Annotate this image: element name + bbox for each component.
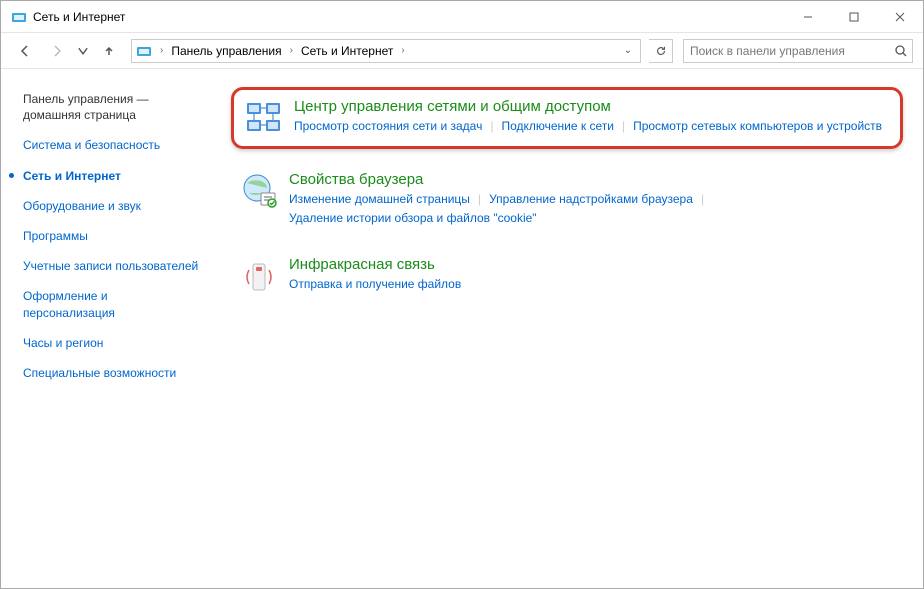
maximize-button[interactable] (831, 1, 877, 33)
sidebar-item-hardware-sound[interactable]: Оборудование и звук (23, 198, 199, 214)
category-links: Просмотр состояния сети и задач | Подклю… (294, 117, 890, 136)
minimize-button[interactable] (785, 1, 831, 33)
category-links: Изменение домашней страницы | Управление… (289, 190, 895, 228)
category-internet-options: Свойства браузера Изменение домашней стр… (231, 165, 903, 234)
sidebar-item-system-security[interactable]: Система и безопасность (23, 137, 199, 153)
sidebar: Панель управления — домашняя страница Си… (1, 69, 211, 588)
task-link[interactable]: Просмотр сетевых компьютеров и устройств (633, 117, 882, 136)
category-title[interactable]: Свойства браузера (289, 171, 895, 188)
window: Сеть и Интернет (0, 0, 924, 589)
task-link[interactable]: Подключение к сети (501, 117, 613, 136)
window-controls (785, 1, 923, 33)
divider: | (701, 190, 704, 209)
window-title: Сеть и Интернет (33, 10, 125, 24)
breadcrumb-root[interactable]: Панель управления (167, 44, 285, 58)
address-dropdown-icon[interactable]: ⌄ (620, 45, 636, 56)
divider: | (478, 190, 481, 209)
task-link[interactable]: Изменение домашней страницы (289, 190, 470, 209)
sidebar-item-network-internet[interactable]: Сеть и Интернет (23, 168, 199, 184)
search-input[interactable] (688, 43, 894, 59)
sidebar-item-clock-region[interactable]: Часы и регион (23, 335, 199, 351)
task-link[interactable]: Просмотр состояния сети и задач (294, 117, 482, 136)
category-body: Инфракрасная связь Отправка и получение … (289, 256, 895, 296)
titlebar: Сеть и Интернет (1, 1, 923, 33)
divider: | (622, 117, 625, 136)
breadcrumb-current[interactable]: Сеть и Интернет (297, 44, 397, 58)
task-link[interactable]: Удаление истории обзора и файлов "cookie… (289, 209, 537, 228)
category-infrared: Инфракрасная связь Отправка и получение … (231, 250, 903, 302)
category-title[interactable]: Инфракрасная связь (289, 256, 895, 273)
content-area: Центр управления сетями и общим доступом… (211, 69, 923, 588)
forward-button[interactable] (43, 37, 71, 65)
sidebar-item-home[interactable]: Панель управления — домашняя страница (23, 91, 199, 123)
network-icon (244, 98, 284, 138)
divider: | (490, 117, 493, 136)
category-title[interactable]: Центр управления сетями и общим доступом (294, 98, 890, 115)
address-bar[interactable]: › Панель управления › Сеть и Интернет › … (131, 39, 641, 63)
sidebar-item-programs[interactable]: Программы (23, 228, 199, 244)
body: Панель управления — домашняя страница Си… (1, 69, 923, 588)
category-network-sharing-center: Центр управления сетями и общим доступом… (231, 87, 903, 149)
recent-locations-button[interactable] (75, 37, 91, 65)
sidebar-item-user-accounts[interactable]: Учетные записи пользователей (23, 258, 199, 274)
category-links: Отправка и получение файлов (289, 275, 895, 294)
chevron-right-icon[interactable]: › (156, 45, 167, 56)
refresh-button[interactable] (649, 39, 673, 63)
sidebar-item-accessibility[interactable]: Специальные возможности (23, 365, 199, 381)
back-button[interactable] (11, 37, 39, 65)
chevron-right-icon[interactable]: › (397, 45, 408, 56)
control-panel-icon (136, 43, 152, 59)
task-link[interactable]: Управление надстройками браузера (489, 190, 693, 209)
sidebar-item-appearance[interactable]: Оформление и персонализация (23, 288, 199, 320)
task-link[interactable]: Отправка и получение файлов (289, 275, 461, 294)
search-box[interactable] (683, 39, 913, 63)
category-body: Свойства браузера Изменение домашней стр… (289, 171, 895, 228)
chevron-right-icon[interactable]: › (286, 45, 297, 56)
control-panel-icon (11, 9, 27, 25)
infrared-icon (239, 256, 279, 296)
up-button[interactable] (95, 37, 123, 65)
search-icon (894, 44, 908, 58)
close-button[interactable] (877, 1, 923, 33)
internet-options-icon (239, 171, 279, 211)
category-body: Центр управления сетями и общим доступом… (294, 98, 890, 138)
navbar: › Панель управления › Сеть и Интернет › … (1, 33, 923, 69)
